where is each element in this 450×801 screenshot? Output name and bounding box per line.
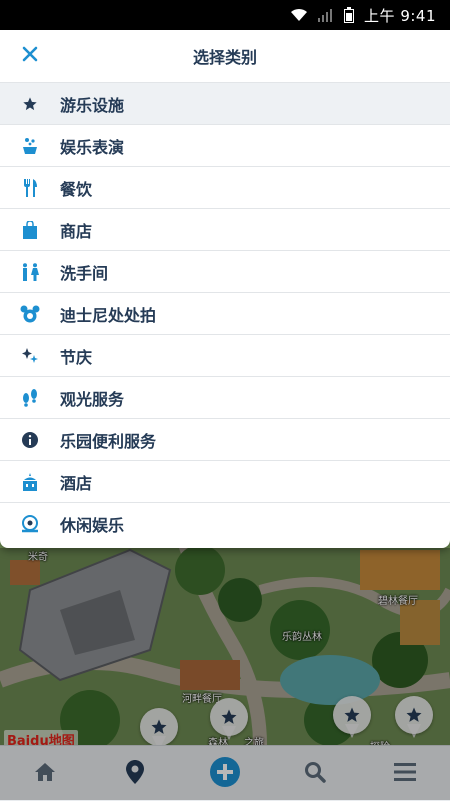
star-icon — [333, 696, 371, 734]
category-item-restrooms[interactable]: 洗手间 — [0, 250, 450, 292]
category-label: 迪士尼处处拍 — [60, 305, 157, 325]
category-label: 乐园便利服务 — [60, 431, 157, 451]
close-button[interactable] — [14, 40, 46, 72]
map-label: 乐韵丛林 — [282, 632, 322, 643]
category-sheet: 选择类别 游乐设施 娱乐表演 餐饮 商店 洗手间 迪士尼处处拍 节庆 观光服务 … — [0, 30, 450, 548]
dining-icon — [0, 178, 60, 197]
signal-icon — [318, 8, 334, 22]
clock: 上午 9:41 — [364, 6, 436, 25]
category-label: 商店 — [60, 221, 93, 241]
category-item-dining[interactable]: 餐饮 — [0, 166, 450, 208]
sheet-header: 选择类别 — [0, 30, 450, 82]
category-label: 餐饮 — [60, 179, 93, 199]
location-icon — [126, 759, 144, 788]
nav-menu[interactable] — [380, 749, 430, 799]
category-label: 娱乐表演 — [60, 137, 125, 157]
category-list: 游乐设施 娱乐表演 餐饮 商店 洗手间 迪士尼处处拍 节庆 观光服务 乐园便利服… — [0, 82, 450, 544]
nav-search[interactable] — [290, 749, 340, 799]
close-icon — [22, 46, 38, 66]
category-label: 观光服务 — [60, 389, 125, 409]
category-item-tours[interactable]: 观光服务 — [0, 376, 450, 418]
map-label: 米奇 — [28, 552, 48, 563]
category-item-attractions[interactable]: 游乐设施 — [0, 82, 450, 124]
sparkle-icon — [0, 347, 60, 365]
category-item-shows[interactable]: 娱乐表演 — [0, 124, 450, 166]
bottom-nav — [0, 745, 450, 801]
search-icon — [304, 761, 326, 787]
page-title: 选择类别 — [192, 48, 257, 67]
recreation-icon — [0, 514, 60, 533]
nav-home[interactable] — [20, 749, 70, 799]
nav-add[interactable] — [200, 749, 250, 799]
star-icon — [395, 696, 433, 734]
wifi-icon — [290, 8, 308, 22]
category-label: 节庆 — [60, 347, 93, 367]
park-map[interactable]: 米奇 碧林餐厅 乐韵丛林 河畔餐厅 森林 之旅 探险 Baidu地图 — [0, 530, 450, 745]
category-item-festivals[interactable]: 节庆 — [0, 334, 450, 376]
category-item-guest-services[interactable]: 乐园便利服务 — [0, 418, 450, 460]
category-item-shops[interactable]: 商店 — [0, 208, 450, 250]
category-item-hotels[interactable]: 酒店 — [0, 460, 450, 502]
category-item-recreation[interactable]: 休闲娱乐 — [0, 502, 450, 544]
star-icon — [0, 96, 60, 112]
category-label: 游乐设施 — [60, 95, 125, 115]
home-icon — [34, 762, 56, 786]
map-label: 探险 — [370, 738, 390, 745]
hotel-icon — [0, 472, 60, 491]
photo-icon — [0, 305, 60, 323]
footprints-icon — [0, 388, 60, 407]
category-label: 酒店 — [60, 473, 93, 493]
map-label: 碧林餐厅 — [378, 596, 418, 607]
info-icon — [0, 431, 60, 449]
status-bar: 上午 9:41 — [0, 0, 450, 30]
menu-icon — [394, 762, 416, 785]
attraction-pin[interactable] — [395, 696, 433, 740]
nav-map[interactable] — [110, 749, 160, 799]
attraction-pin[interactable] — [210, 698, 248, 742]
shopping-bag-icon — [0, 220, 60, 239]
star-icon — [140, 708, 178, 745]
attraction-pin[interactable] — [333, 696, 371, 740]
add-icon — [210, 756, 240, 791]
restroom-icon — [0, 262, 60, 281]
category-label: 休闲娱乐 — [60, 515, 125, 535]
show-icon — [0, 137, 60, 155]
star-icon — [210, 698, 248, 736]
attraction-pin[interactable] — [140, 708, 178, 745]
category-item-photopass[interactable]: 迪士尼处处拍 — [0, 292, 450, 334]
category-label: 洗手间 — [60, 263, 109, 283]
baidu-logo: Baidu地图 — [4, 730, 78, 745]
battery-icon — [344, 7, 355, 23]
